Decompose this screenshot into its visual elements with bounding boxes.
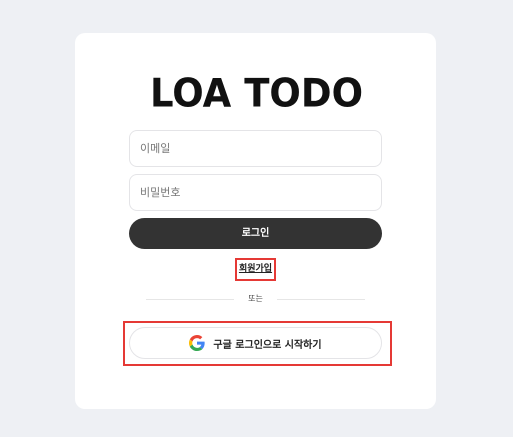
login-button[interactable]: 로그인 <box>129 218 382 249</box>
email-input[interactable] <box>129 130 382 167</box>
google-login-label: 구글 로그인으로 시작하기 <box>213 339 322 351</box>
divider-left <box>146 299 234 300</box>
divider-right <box>277 299 365 300</box>
signup-link[interactable]: 회원가입 <box>235 258 276 281</box>
or-separator-text: 또는 <box>248 294 263 303</box>
google-icon <box>189 335 206 351</box>
google-login-button[interactable]: 구글 로그인으로 시작하기 <box>129 327 382 359</box>
password-input[interactable] <box>129 174 382 211</box>
app-logo: LOA TODO <box>149 70 364 117</box>
